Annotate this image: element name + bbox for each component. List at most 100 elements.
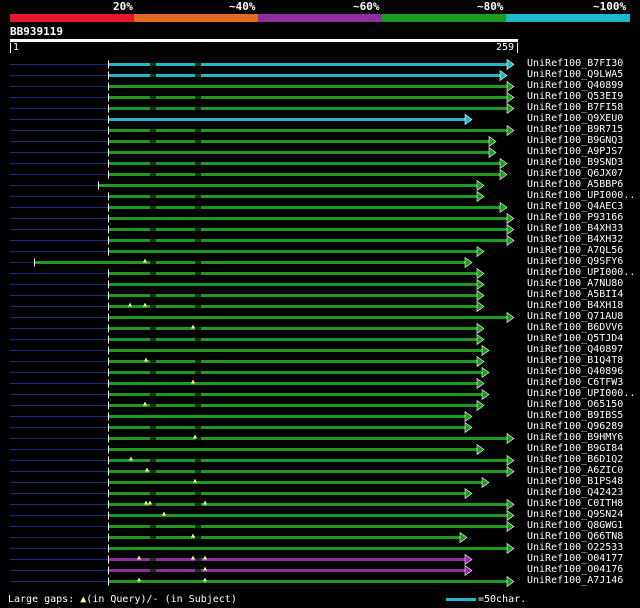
hit-label[interactable]: UniRef100_Q71AU8 (527, 311, 639, 322)
hit-label[interactable]: UniRef100_B1Q4T8 (527, 355, 639, 366)
hit-row[interactable] (10, 124, 515, 137)
hit-row[interactable] (10, 498, 515, 511)
hit-row[interactable] (10, 531, 468, 544)
hit-label[interactable]: UniRef100_C6TFW3 (527, 377, 639, 388)
hit-row[interactable] (10, 91, 515, 104)
hit-row[interactable] (10, 256, 473, 269)
hit-row[interactable] (10, 476, 490, 489)
hit-row[interactable] (10, 333, 485, 346)
hit-label[interactable]: UniRef100_A7J146 (527, 575, 639, 586)
hit-row[interactable] (10, 322, 485, 335)
hit-row[interactable] (10, 289, 485, 302)
hit-row[interactable] (10, 487, 473, 500)
hit-row[interactable] (10, 377, 485, 390)
hit-label[interactable]: UniRef100_B6DVV6 (527, 322, 639, 333)
aligned-segment (98, 184, 478, 187)
hit-row[interactable] (10, 311, 515, 324)
hit-label[interactable]: UniRef100_B9SND3 (527, 157, 639, 168)
hit-label[interactable]: UniRef100_B1PS48 (527, 476, 639, 487)
subject-gap (195, 206, 201, 209)
hit-row[interactable] (10, 564, 473, 577)
hit-label[interactable]: UniRef100_Q40899 (527, 80, 639, 91)
hit-row[interactable] (10, 432, 515, 445)
hit-row[interactable] (10, 245, 485, 258)
hit-label[interactable]: UniRef100_Q9XEU0 (527, 113, 639, 124)
hit-row[interactable] (10, 80, 515, 93)
hit-row[interactable] (10, 278, 485, 291)
hit-label[interactable]: UniRef100_O04176 (527, 564, 639, 575)
hit-label[interactable]: UniRef100_B4XH33 (527, 223, 639, 234)
hit-label[interactable]: UniRef100_B9R715 (527, 124, 639, 135)
hit-label[interactable]: UniRef100_A7QL56 (527, 245, 639, 256)
hit-label[interactable]: UniRef100_B4XH18 (527, 300, 639, 311)
hit-label[interactable]: UniRef100_B9GNQ3 (527, 135, 639, 146)
hit-label[interactable]: UniRef100_Q4AEC3 (527, 201, 639, 212)
hit-row[interactable] (10, 520, 515, 533)
hit-row[interactable] (10, 146, 497, 159)
hit-row[interactable] (10, 399, 485, 412)
hit-label[interactable]: UniRef100_Q6JX07 (527, 168, 639, 179)
hit-label[interactable]: UniRef100_P93166 (527, 212, 639, 223)
hit-row[interactable] (10, 223, 515, 236)
hit-row[interactable] (10, 179, 485, 192)
hit-label[interactable]: UniRef100_Q9LWA5 (527, 69, 639, 80)
hit-label[interactable]: UniRef100_A9PJS7 (527, 146, 639, 157)
hit-row[interactable] (10, 113, 473, 126)
hit-label[interactable]: UniRef100_B9GI84 (527, 443, 639, 454)
hit-label[interactable]: UniRef100_A6ZIC0 (527, 465, 639, 476)
hit-row[interactable] (10, 69, 508, 82)
hit-row[interactable] (10, 300, 485, 313)
hit-label[interactable]: UniRef100_Q5TJD4 (527, 333, 639, 344)
hit-row[interactable] (10, 157, 508, 170)
hit-row[interactable] (10, 410, 473, 423)
hit-label[interactable]: UniRef100_UPI000.. (527, 190, 639, 201)
hit-row[interactable] (10, 575, 515, 588)
hit-row[interactable] (10, 509, 515, 522)
hit-row[interactable] (10, 234, 515, 247)
hit-row[interactable] (10, 355, 485, 368)
hit-row[interactable] (10, 344, 490, 357)
hit-label[interactable]: UniRef100_C0ITH8 (527, 498, 639, 509)
hit-row[interactable] (10, 201, 508, 214)
hit-row[interactable] (10, 168, 508, 181)
hit-label[interactable]: UniRef100_Q66TN8 (527, 531, 639, 542)
hit-label[interactable]: UniRef100_Q40897 (527, 344, 639, 355)
hit-row[interactable] (10, 465, 515, 478)
hit-label[interactable]: UniRef100_B7FI58 (527, 102, 639, 113)
hit-label[interactable]: UniRef100_Q9SFY6 (527, 256, 639, 267)
hit-row[interactable] (10, 190, 485, 203)
hit-label[interactable]: UniRef100_A7NU80 (527, 278, 639, 289)
hit-label[interactable]: UniRef100_UPI000.. (527, 267, 639, 278)
hit-row[interactable] (10, 454, 515, 467)
hit-label[interactable]: UniRef100_Q53EI9 (527, 91, 639, 102)
subject-gap (195, 228, 201, 231)
hit-row[interactable] (10, 212, 515, 225)
hit-row[interactable] (10, 135, 497, 148)
query-gap-marker-icon (191, 379, 195, 384)
hit-label[interactable]: UniRef100_Q9SN24 (527, 509, 639, 520)
hit-row[interactable] (10, 366, 490, 379)
hit-label[interactable]: UniRef100_UPI000.. (527, 388, 639, 399)
hit-label[interactable]: UniRef100_A5BBP6 (527, 179, 639, 190)
hit-label[interactable]: UniRef100_B9IBS5 (527, 410, 639, 421)
hit-label[interactable]: UniRef100_Q96289 (527, 421, 639, 432)
hit-label[interactable]: UniRef100_O65150 (527, 399, 639, 410)
hit-label[interactable]: UniRef100_Q40896 (527, 366, 639, 377)
hit-row[interactable] (10, 58, 515, 71)
hit-row[interactable] (10, 553, 473, 566)
hit-label[interactable]: UniRef100_O22533 (527, 542, 639, 553)
hit-row[interactable] (10, 102, 515, 115)
hit-row[interactable] (10, 388, 490, 401)
hit-row[interactable] (10, 542, 515, 555)
hit-row[interactable] (10, 267, 485, 280)
hit-label[interactable]: UniRef100_Q42423 (527, 487, 639, 498)
hit-label[interactable]: UniRef100_B9HMY6 (527, 432, 639, 443)
hit-label[interactable]: UniRef100_B6D1Q2 (527, 454, 639, 465)
hit-label[interactable]: UniRef100_O04177 (527, 553, 639, 564)
hit-label[interactable]: UniRef100_A5BII4 (527, 289, 639, 300)
hit-label[interactable]: UniRef100_B4XH32 (527, 234, 639, 245)
hit-label[interactable]: UniRef100_Q8GWG1 (527, 520, 639, 531)
hit-row[interactable] (10, 421, 473, 434)
hit-label[interactable]: UniRef100_B7FI30 (527, 58, 639, 69)
hit-row[interactable] (10, 443, 485, 456)
